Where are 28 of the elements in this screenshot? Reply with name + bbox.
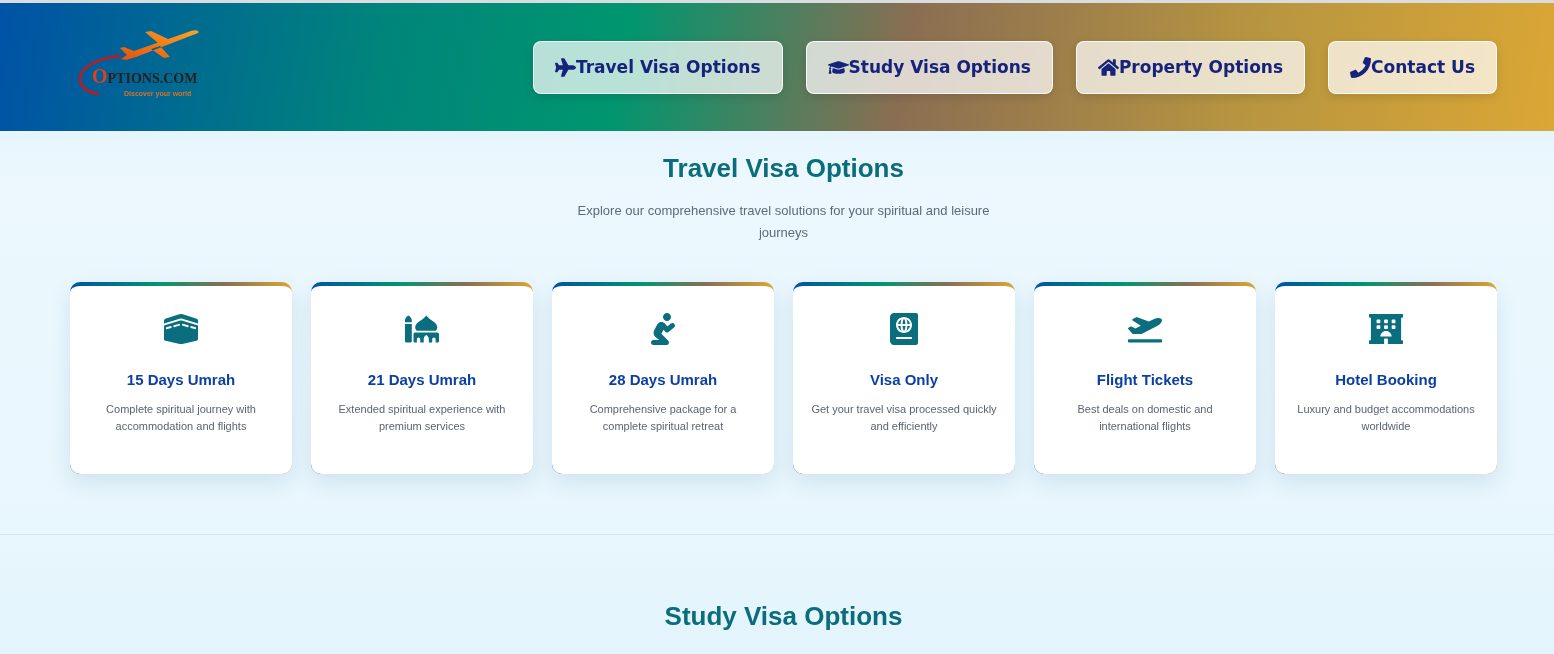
card-title: 15 Days Umrah	[126, 371, 236, 389]
phone-icon	[1350, 56, 1372, 78]
nav-button[interactable]: Study Visa Options	[805, 40, 1053, 94]
card-description: Complete spiritual journey with accommodation and flights	[105, 402, 257, 434]
card-title: 21 Days Umrah	[367, 371, 477, 389]
kaaba-icon	[164, 313, 198, 345]
nav-button[interactable]: Property Options	[1075, 40, 1306, 94]
card-description: Extended spiritual experience with premium services	[337, 402, 507, 434]
nav-button[interactable]: Contact Us	[1328, 40, 1497, 94]
passport-icon	[887, 313, 921, 345]
mosque-icon	[405, 313, 439, 345]
card-title: Flight Tickets	[1096, 371, 1194, 389]
card-description: Get your travel visa processed quickly and efficiently	[810, 402, 998, 434]
card-title: Visa Only	[869, 371, 939, 389]
card-description: Comprehensive package for a complete spiritual retreat	[588, 402, 738, 434]
card-title: 28 Days Umrah	[608, 371, 718, 389]
card-title: Hotel Booking	[1335, 371, 1437, 389]
logo-text: OPTIONS.COM	[92, 66, 198, 89]
section-subtitle: Explore our comprehensive travel solutions for your spiritual and leisure journeys	[576, 202, 991, 242]
plane-icon	[118, 30, 200, 60]
section-heading: Travel Visa Options	[663, 153, 904, 184]
card-description: Luxury and budget accommodations worldwide	[1296, 402, 1476, 434]
house-icon	[1097, 56, 1119, 78]
nav-button[interactable]: Travel Visa Options	[532, 40, 783, 94]
card-description: Best deals on domestic and international flights	[1076, 402, 1214, 434]
hotel-icon	[1369, 313, 1403, 345]
plane-icon	[554, 56, 576, 78]
section-heading: Study Visa Options	[664, 601, 903, 632]
